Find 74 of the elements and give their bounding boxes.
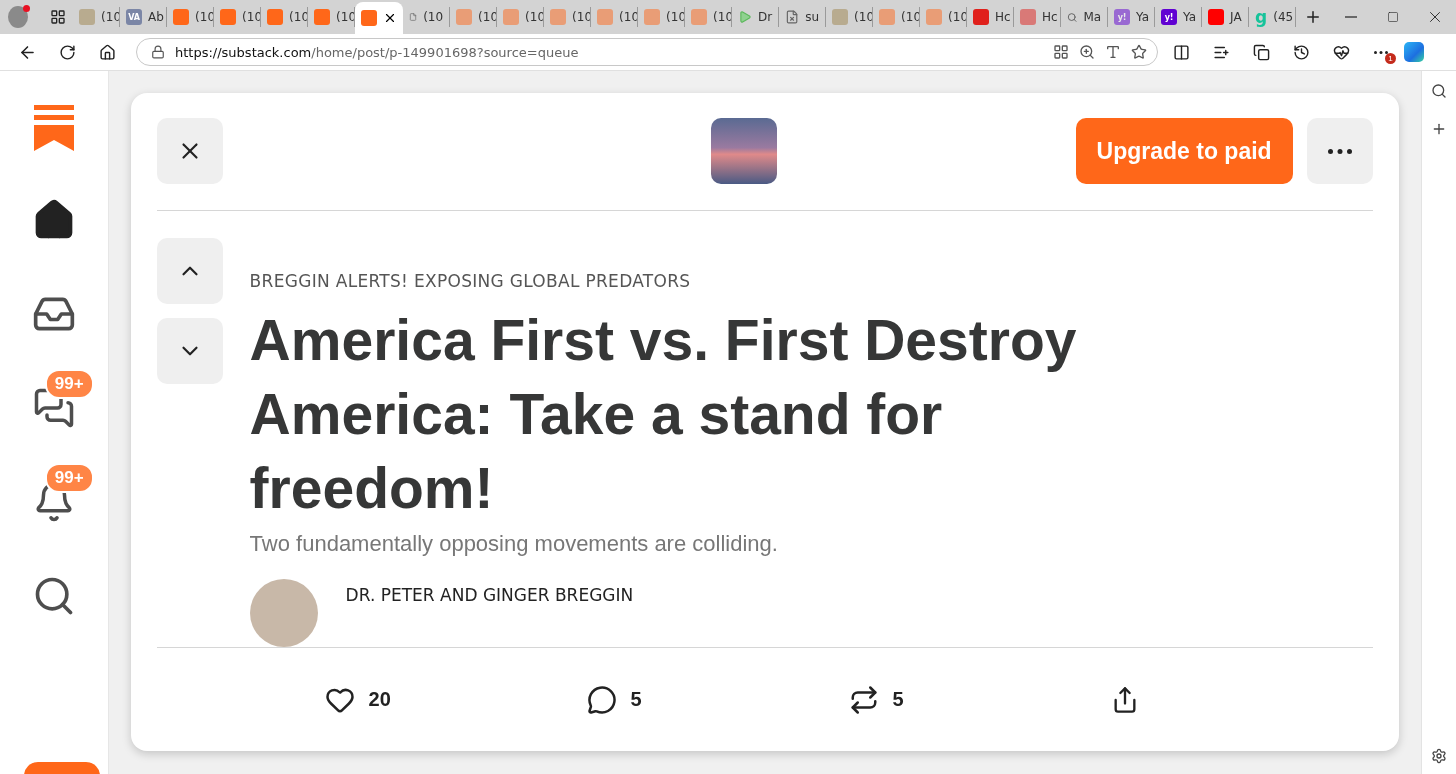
browser-tab[interactable]: Dr bbox=[732, 7, 780, 27]
favicon bbox=[267, 9, 284, 25]
read-aloud-icon[interactable] bbox=[1105, 44, 1121, 60]
restack-icon bbox=[848, 684, 879, 715]
favicon bbox=[1208, 9, 1225, 25]
favicon bbox=[550, 9, 567, 25]
browser-tab[interactable]: (10 bbox=[403, 7, 451, 27]
play-icon bbox=[738, 9, 752, 25]
settings-icon bbox=[1430, 748, 1447, 764]
comment-icon bbox=[586, 684, 617, 715]
restore-icon bbox=[1387, 11, 1400, 23]
favicon bbox=[597, 9, 614, 25]
favicon: y! bbox=[1114, 9, 1131, 25]
favicon bbox=[644, 9, 661, 25]
browser-tab[interactable]: y! Ya bbox=[1108, 7, 1156, 27]
favicon bbox=[1020, 9, 1037, 25]
browser-tab[interactable]: Hc bbox=[967, 7, 1015, 27]
favicon bbox=[361, 10, 378, 26]
tabs-icon bbox=[49, 9, 66, 25]
minimize-icon bbox=[1345, 16, 1358, 18]
browser-tab[interactable]: Hc bbox=[1014, 7, 1062, 27]
copilot-logo[interactable] bbox=[1404, 42, 1424, 62]
favicon bbox=[879, 9, 896, 25]
favicon bbox=[832, 9, 849, 25]
zoom-icon[interactable] bbox=[1079, 44, 1095, 60]
favicon bbox=[220, 9, 237, 25]
favicon bbox=[173, 9, 190, 25]
author-name[interactable]: DR. PETER AND GINGER BREGGIN bbox=[345, 585, 634, 647]
search-icon bbox=[1067, 10, 1078, 24]
logo-icon[interactable] bbox=[33, 105, 74, 151]
browser-tab[interactable]: JA bbox=[1202, 7, 1250, 27]
favicon bbox=[926, 9, 943, 25]
split-screen-icon bbox=[1172, 43, 1190, 61]
url-text: https://substack.com/home/post/p-149901698?source=queue bbox=[175, 44, 580, 60]
favicon: VA bbox=[126, 9, 143, 25]
favicon bbox=[503, 9, 520, 25]
photo-placeholder bbox=[711, 118, 778, 184]
comment-button[interactable]: 5 bbox=[586, 684, 849, 715]
apps-icon[interactable] bbox=[1053, 44, 1069, 60]
favicon bbox=[973, 9, 990, 25]
document-icon bbox=[785, 9, 800, 25]
more-icon bbox=[1327, 148, 1352, 154]
count-badge: 99+ bbox=[44, 463, 94, 493]
collections-icon bbox=[1252, 43, 1270, 61]
post-title: America First vs. First Destroy America: Take a stand for freedom! bbox=[249, 307, 1078, 522]
search-button[interactable] bbox=[1430, 83, 1447, 99]
notification-badge: 1 bbox=[1385, 53, 1396, 64]
settings-button[interactable] bbox=[1430, 748, 1447, 764]
browser-tab[interactable]: su bbox=[779, 7, 827, 27]
post-subtitle: Two fundamentally opposing movements are colliding. bbox=[249, 531, 779, 557]
search-icon bbox=[1430, 83, 1447, 99]
favorite-icon[interactable] bbox=[1131, 44, 1147, 60]
home-icon bbox=[98, 43, 116, 61]
favicon bbox=[79, 9, 96, 25]
more-icon bbox=[1374, 50, 1388, 54]
browser-tab[interactable]: Ma bbox=[1061, 7, 1109, 27]
browser-tab[interactable]: VA Ab bbox=[120, 7, 168, 27]
more-button[interactable]: 1 bbox=[1364, 37, 1398, 67]
history-icon bbox=[1292, 43, 1310, 61]
browser-tab[interactable]: g (45 bbox=[1249, 7, 1297, 27]
heart-pulse-icon bbox=[1332, 43, 1350, 61]
favicon bbox=[314, 9, 331, 25]
favicon-letter: g bbox=[1255, 7, 1268, 27]
browser-tab[interactable]: y! Ya bbox=[1155, 7, 1203, 27]
lock-icon bbox=[151, 45, 165, 59]
favicon: y! bbox=[1161, 9, 1178, 25]
favicon bbox=[456, 9, 473, 25]
count-badge: 99+ bbox=[44, 369, 94, 399]
profile-avatar[interactable] bbox=[8, 6, 29, 28]
favicon bbox=[691, 9, 708, 25]
like-button[interactable]: 20 bbox=[324, 684, 587, 715]
publication-name[interactable]: BREGGIN ALERTS! EXPOSING GLOBAL PREDATORS bbox=[249, 271, 1130, 291]
refresh-icon bbox=[58, 43, 76, 61]
restack-button[interactable]: 5 bbox=[848, 684, 1111, 715]
